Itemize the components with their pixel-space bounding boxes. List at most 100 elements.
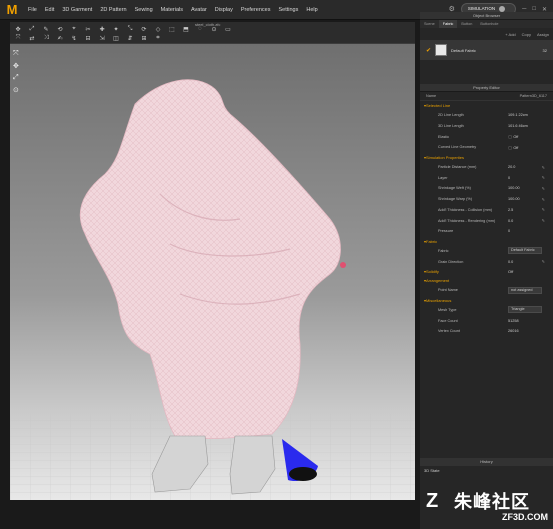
prop-row: Pressure 0: [420, 226, 553, 237]
prop-label: 2D Line Length: [438, 113, 464, 118]
prop-value[interactable]: 100.00: [508, 186, 520, 190]
prop-value[interactable]: 2.5: [508, 208, 513, 212]
prop-value[interactable]: Triangle: [508, 306, 542, 314]
watermark-logo-icon: Z: [426, 490, 439, 512]
section-simulation-properties[interactable]: ▾ Simulation Properties: [420, 153, 553, 162]
viewport-tool-icon[interactable]: ✥: [13, 62, 19, 70]
solidify-value[interactable]: Off: [508, 269, 513, 274]
tool-icon[interactable]: ✂: [84, 26, 92, 33]
menu-item-avatar[interactable]: Avatar: [187, 7, 211, 13]
tab-buttonhole[interactable]: Buttonhole: [476, 20, 502, 28]
tool-icon[interactable]: ⊟: [84, 35, 92, 42]
prop-value[interactable]: Off: [508, 145, 518, 150]
section-solidify[interactable]: ▾ Solidify Off: [420, 267, 553, 276]
tool-icon[interactable]: ⬒: [182, 26, 190, 33]
action-assign-button[interactable]: Assign: [537, 32, 549, 37]
section-miscellaneous[interactable]: ▾ Miscellaneous: [420, 296, 553, 305]
3d-viewport[interactable]: ⤧ ✥ ⤢ ⊙: [10, 44, 415, 500]
menu-item-settings[interactable]: Settings: [274, 7, 302, 13]
edit-icon[interactable]: ✎: [542, 259, 545, 264]
prop-value[interactable]: not assigned: [508, 286, 542, 294]
tool-icon[interactable]: ⟳: [140, 26, 148, 33]
edit-icon[interactable]: ✎: [542, 175, 545, 180]
tool-icon[interactable]: ⊞: [140, 35, 148, 42]
edit-icon[interactable]: ✎: [542, 197, 545, 202]
tab-fabric[interactable]: Fabric: [438, 20, 458, 28]
tool-icon[interactable]: ⟲: [56, 26, 64, 33]
viewport-tool-icon[interactable]: ⊙: [13, 86, 19, 94]
prop-value[interactable]: 0: [508, 176, 510, 180]
prop-label: Shrinkage Weft (%): [438, 186, 471, 191]
viewport-tool-icon[interactable]: ⤧: [13, 50, 19, 58]
viewport-tool-icon[interactable]: ⤢: [13, 74, 19, 82]
edit-icon[interactable]: ✎: [542, 218, 545, 223]
menu-item-3d-garment[interactable]: 3D Garment: [58, 7, 96, 13]
menu-item-file[interactable]: File: [24, 7, 41, 13]
prop-value[interactable]: 26016: [508, 329, 519, 333]
menu-item-edit[interactable]: Edit: [41, 7, 58, 13]
name-row: Name Pattern3D_6117: [420, 92, 553, 101]
menu-item-materials[interactable]: Materials: [157, 7, 187, 13]
prop-row: Shrinkage Weft (%) 100.00 ✎: [420, 183, 553, 194]
tool-icon[interactable]: ✥: [14, 26, 22, 33]
edit-icon[interactable]: ✎: [542, 207, 545, 212]
prop-value[interactable]: 101.6 46cm: [508, 124, 528, 128]
tool-icon[interactable]: ↯: [70, 35, 78, 42]
edit-icon[interactable]: ✎: [542, 186, 545, 191]
prop-row: Add'l Thickness - Collision (mm) 2.5 ✎: [420, 205, 553, 216]
prop-label: Elastic: [438, 134, 450, 139]
name-value[interactable]: Pattern3D_6117: [520, 94, 547, 98]
tool-icon[interactable]: ⤧: [14, 35, 22, 42]
tool-icon[interactable]: ⊙: [210, 26, 218, 33]
name-label: Name: [426, 94, 437, 98]
edit-icon[interactable]: ✎: [542, 165, 545, 170]
tool-icon[interactable]: ⌖: [70, 26, 78, 33]
prop-value[interactable]: 20.0: [508, 165, 515, 169]
menu-item-display[interactable]: Display: [211, 7, 237, 13]
property-sections: ▾ Selected Line 2D Line Length 109.1 22cm 3…: [420, 101, 553, 337]
prop-value[interactable]: 0: [508, 229, 510, 233]
tool-icon[interactable]: ✎: [42, 26, 50, 33]
prop-value[interactable]: Off: [508, 134, 518, 139]
tool-icon[interactable]: ✍: [56, 35, 64, 42]
action-copy-button[interactable]: Copy: [522, 32, 531, 37]
prop-value[interactable]: 0.0: [508, 260, 513, 264]
tool-icon[interactable]: ⇵: [126, 35, 134, 42]
prop-label: Add'l Thickness - Collision (mm): [438, 207, 493, 212]
tool-icon[interactable]: ◌: [196, 26, 204, 33]
section-selected-line[interactable]: ▾ Selected Line: [420, 101, 553, 110]
tab-scene[interactable]: Scene: [420, 20, 439, 28]
section-arrangement[interactable]: ▾ Arrangement: [420, 276, 553, 285]
tool-icon[interactable]: ▭: [224, 26, 232, 33]
menu-item-help[interactable]: Help: [302, 7, 321, 13]
tool-icon[interactable]: ⤢: [28, 26, 36, 33]
section-title: Arrangement: [426, 277, 450, 283]
prop-value[interactable]: 100.00: [508, 197, 520, 201]
menu-item-2d-pattern[interactable]: 2D Pattern: [96, 7, 130, 13]
prop-value[interactable]: 51258: [508, 319, 519, 323]
prop-row: Fabric Default Fabric: [420, 246, 553, 257]
tool-icon[interactable]: ⌗: [154, 35, 162, 42]
tool-icon[interactable]: ⤡: [126, 26, 134, 33]
tab-button[interactable]: Button: [457, 20, 476, 28]
prop-value[interactable]: 109.1 22cm: [508, 113, 528, 117]
action-add-button[interactable]: + Add: [505, 32, 515, 37]
tool-icon[interactable]: ⬚: [168, 26, 176, 33]
prop-row: Shrinkage Warp (%) 100.00 ✎: [420, 194, 553, 205]
prop-value[interactable]: 0.0: [508, 219, 513, 223]
tool-icon[interactable]: ⤨: [42, 35, 50, 42]
tool-icon[interactable]: ◇: [154, 26, 162, 33]
menu-item-sewing[interactable]: Sewing: [131, 7, 157, 13]
tool-icon[interactable]: ⇄: [28, 35, 36, 42]
menu-item-preferences[interactable]: Preferences: [237, 7, 275, 13]
pin-point: [340, 262, 346, 268]
prop-label: Vertex Count: [438, 329, 460, 334]
section-fabric[interactable]: ▾ Fabric: [420, 237, 553, 246]
fabric-row[interactable]: ✔ Default Fabric 32: [420, 40, 553, 60]
prop-row: 2D Line Length 109.1 22cm: [420, 110, 553, 121]
tool-icon[interactable]: ◫: [112, 35, 120, 42]
tool-icon[interactable]: ✦: [112, 26, 120, 33]
prop-value[interactable]: Default Fabric: [508, 247, 542, 255]
tool-icon[interactable]: ⇲: [98, 35, 106, 42]
tool-icon[interactable]: ✚: [98, 26, 106, 33]
